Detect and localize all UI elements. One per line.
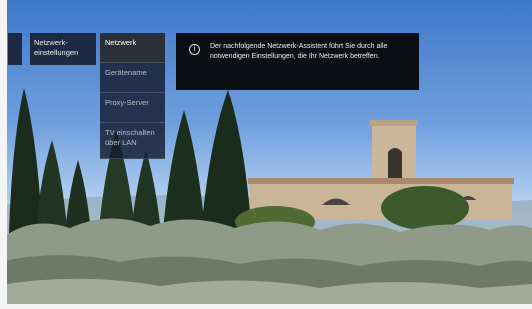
menu-item-label: TV einschalten über LAN: [105, 128, 155, 147]
info-circle-icon: i: [189, 44, 200, 55]
menu-item-label: Proxy-Server: [105, 98, 149, 107]
breadcrumb-previous[interactable]: [8, 33, 22, 65]
breadcrumb-network-settings[interactable]: Netzwerk-einstellungen: [30, 33, 96, 65]
menu-item-proxy-server[interactable]: Proxy-Server: [100, 93, 165, 123]
menu-item-device-name[interactable]: Gerätename: [100, 63, 165, 93]
network-submenu: Netzwerk Gerätename Proxy-Server TV eins…: [100, 33, 165, 159]
tv-screen: Netzwerk-einstellungen Netzwerk Gerätena…: [0, 0, 532, 309]
settings-menu: Netzwerk-einstellungen Netzwerk Gerätena…: [0, 0, 532, 309]
menu-item-wake-on-lan[interactable]: TV einschalten über LAN: [100, 123, 165, 159]
menu-item-label: Gerätename: [105, 68, 147, 77]
breadcrumb-label: Netzwerk-einstellungen: [34, 38, 79, 57]
info-text: Der nachfolgende Netzwerk-Assistent führ…: [210, 43, 388, 60]
menu-item-label: Netzwerk: [105, 38, 137, 47]
menu-item-network[interactable]: Netzwerk: [100, 33, 165, 63]
info-tooltip: i Der nachfolgende Netzwerk-Assistent fü…: [176, 33, 419, 90]
